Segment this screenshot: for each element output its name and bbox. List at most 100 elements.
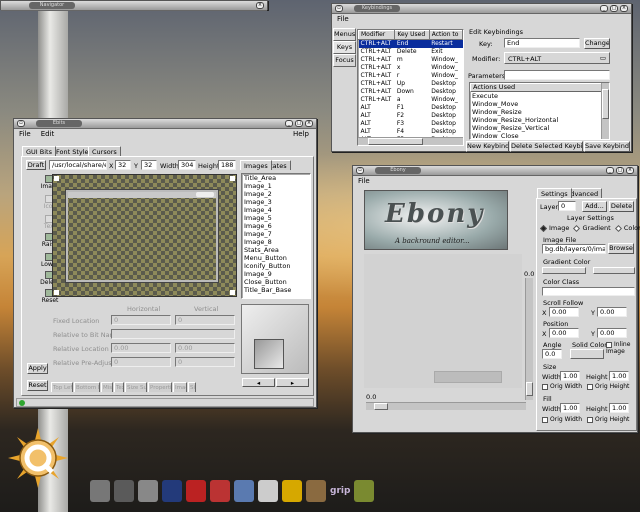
size-height[interactable]: 1.00	[609, 371, 629, 381]
list-item[interactable]: Window_Resize	[470, 108, 609, 116]
layer-spin[interactable]: 0	[558, 201, 576, 211]
tab-keys[interactable]: Keys	[333, 41, 356, 54]
dragon-icon[interactable]	[210, 480, 230, 502]
close-icon[interactable]: ×	[620, 5, 628, 12]
top-window[interactable]: Navigator ×	[0, 0, 268, 11]
list-item[interactable]: Image_5	[242, 214, 310, 222]
size-orig-height-checkbox[interactable]: Orig Height	[587, 383, 629, 390]
handle-icon[interactable]	[230, 176, 235, 181]
width-input[interactable]: 304	[178, 160, 196, 170]
table-row[interactable]: CTRL+ALT m Window_	[359, 56, 463, 64]
menu-edit[interactable]: Edit	[36, 129, 60, 140]
prev-image-button[interactable]: ◂	[242, 378, 275, 387]
fill-orig-height-checkbox[interactable]: Orig Height	[587, 416, 629, 423]
menu-help[interactable]: Help	[288, 129, 314, 140]
keybindings-table[interactable]: Modifier Key Used Action to CTRL+ALT End R…	[357, 29, 464, 146]
handle-icon[interactable]	[54, 290, 59, 295]
delete-keybind-button[interactable]: Delete Selected Keybind	[510, 141, 583, 152]
tab-images[interactable]: Images	[240, 160, 272, 170]
table-row[interactable]: CTRL+ALT Delete Exit	[359, 48, 463, 56]
ebits-titlebar[interactable]: ▫ Ebits _ □ ×	[14, 119, 316, 129]
gimp-icon[interactable]	[354, 480, 374, 502]
close-icon[interactable]: ×	[305, 120, 313, 127]
size-orig-width-checkbox[interactable]: Orig Width	[542, 383, 582, 390]
list-item[interactable]: Image_3	[242, 198, 310, 206]
menu-file[interactable]: File	[332, 14, 354, 25]
fish-icon[interactable]	[234, 480, 254, 502]
path-input[interactable]: /usr/local/share/enl	[49, 160, 107, 170]
change-button[interactable]: Change	[584, 38, 610, 49]
image-file-input[interactable]: bg.db/layers/0/image	[542, 244, 606, 254]
horizontal-scrollbar[interactable]	[358, 137, 463, 145]
column-header[interactable]: Action to	[428, 30, 463, 40]
table-row[interactable]: ALT F4 Desktop	[359, 128, 463, 136]
maximize-icon[interactable]: □	[295, 120, 303, 127]
next-image-button[interactable]: ▸	[276, 378, 309, 387]
minimize-icon[interactable]: _	[600, 5, 608, 12]
handle-icon[interactable]	[54, 176, 59, 181]
grip-icon[interactable]: grip	[330, 480, 350, 502]
maximize-icon[interactable]: □	[610, 5, 618, 12]
tab-bottom[interactable]: Properties	[148, 382, 172, 392]
top-window-titlebar[interactable]: Navigator ×	[1, 1, 267, 11]
terminal-icon[interactable]	[90, 480, 110, 502]
list-item[interactable]: Menu_Button	[242, 254, 310, 262]
table-row[interactable]: CTRL+ALT r Window_	[359, 72, 463, 80]
reset-button[interactable]: Reset	[27, 380, 48, 391]
list-item[interactable]: Image_6	[242, 222, 310, 230]
browse-button[interactable]: Browse	[608, 243, 634, 254]
radio-image[interactable]: Image	[539, 224, 569, 232]
save-keybinds-button[interactable]: Save Keybinds	[584, 141, 630, 152]
tab-cursors[interactable]: Cursors	[88, 146, 121, 156]
fixed-location-h[interactable]: 0	[111, 315, 171, 325]
height-input[interactable]: 188	[218, 160, 236, 170]
window-menu-icon[interactable]: ▫	[17, 120, 25, 127]
new-keybind-button[interactable]: New Keybind	[466, 141, 509, 152]
star-icon[interactable]	[186, 480, 206, 502]
apply-button[interactable]: Apply	[27, 363, 48, 374]
size-width[interactable]: 1.00	[560, 371, 580, 381]
position-y[interactable]: 0.00	[597, 328, 627, 338]
scroll-follow-x[interactable]: 0.00	[549, 307, 579, 317]
relative-location-h[interactable]: 0.00	[111, 343, 171, 353]
list-item[interactable]: Window_Close	[470, 132, 609, 139]
tab-bottom[interactable]: Image	[173, 382, 187, 392]
radio-gradient[interactable]: Gradient	[573, 224, 611, 232]
bits-list[interactable]: Title_Area Image_1 Image_2 Image_3 Image_4 Im…	[241, 173, 311, 299]
tab-bottom[interactable]: Size Sum	[125, 382, 147, 392]
actions-list[interactable]: Actions Used Execute Window_Move Window_Re…	[469, 82, 610, 140]
key-input[interactable]: End	[504, 38, 580, 48]
position-x[interactable]: 0.00	[549, 328, 579, 338]
tab-bottom[interactable]: Bottom Right	[74, 382, 100, 392]
column-header[interactable]: Key Used	[394, 30, 430, 40]
delete-layer-button[interactable]: Delete	[609, 201, 634, 212]
fill-orig-width-checkbox[interactable]: Orig Width	[542, 416, 582, 423]
angle-input[interactable]: 0.0	[542, 349, 562, 359]
table-row[interactable]: ALT F1 Desktop	[359, 104, 463, 112]
relative-location-v[interactable]: 0.00	[175, 343, 235, 353]
scroll-follow-y[interactable]: 0.00	[597, 307, 627, 317]
horizontal-scale[interactable]	[366, 402, 526, 410]
column-header[interactable]: Modifier	[358, 30, 396, 40]
table-row[interactable]: CTRL+ALT a Window_	[359, 96, 463, 104]
close-icon[interactable]: ×	[256, 2, 264, 9]
list-item[interactable]: Window_Resize_Vertical	[470, 124, 609, 132]
fixed-location-v[interactable]: 0	[175, 315, 235, 325]
tab-settings[interactable]: Settings	[537, 188, 572, 198]
minimize-icon[interactable]: _	[285, 120, 293, 127]
table-row[interactable]: CTRL+ALT End Restart	[358, 39, 463, 48]
y-input[interactable]: 32	[141, 160, 157, 170]
camera-icon[interactable]	[138, 480, 158, 502]
draft-toggle[interactable]: Draft	[26, 160, 46, 170]
modifier-select[interactable]: CTRL+ALT ▭	[504, 52, 610, 64]
list-item[interactable]: Image_9	[242, 270, 310, 278]
menu-file[interactable]: File	[14, 129, 36, 140]
radio-color[interactable]: Color	[614, 224, 640, 232]
inline-image-checkbox[interactable]: Inline Image	[606, 341, 636, 355]
handle-icon[interactable]	[230, 290, 235, 295]
color-class-input[interactable]	[542, 287, 635, 296]
tab-menus[interactable]: Menus	[333, 28, 356, 41]
enlightenment-logo-icon[interactable]	[8, 428, 68, 488]
parameters-input[interactable]	[504, 70, 610, 80]
relative-pre-h[interactable]: 0	[111, 357, 171, 367]
